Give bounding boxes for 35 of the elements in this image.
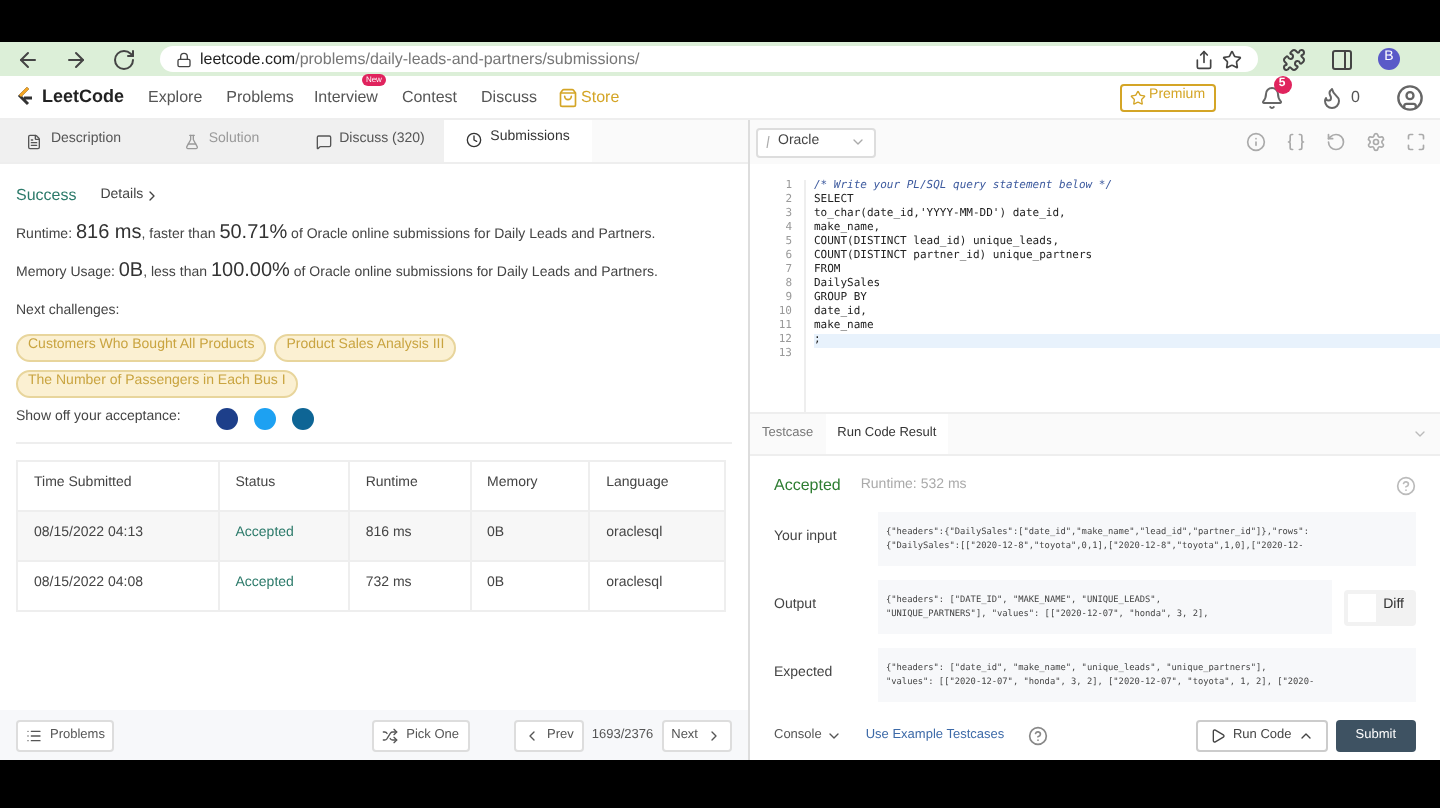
logo-text[interactable]: LeetCode (42, 83, 125, 111)
nav-link[interactable]: Discuss (481, 85, 538, 109)
reload-icon[interactable] (112, 47, 136, 71)
help-icon[interactable] (1028, 725, 1049, 745)
extensions-icon[interactable] (1282, 47, 1306, 71)
document-icon (26, 133, 43, 149)
chat-icon (315, 133, 332, 149)
chevron-icon (706, 727, 722, 743)
list-icon (26, 727, 42, 743)
url-path: /problems/daily-leads-and-partners/submissions/ (295, 47, 640, 71)
coin-count: 0 (1351, 85, 1360, 109)
share-icon[interactable] (1194, 49, 1214, 69)
star-icon[interactable] (1222, 49, 1242, 69)
forward-icon[interactable] (64, 47, 88, 71)
clock-icon (466, 131, 483, 147)
nav-link[interactable]: Problems (226, 85, 294, 109)
back-icon[interactable] (16, 47, 40, 71)
url-host: leetcode.com (200, 47, 296, 67)
user-icon[interactable] (1396, 83, 1424, 111)
side-panel-icon[interactable] (1330, 47, 1354, 71)
nav-link[interactable]: Explore (148, 85, 203, 109)
address-bar[interactable]: leetcode.com/problems/daily-leads-and-partners/submissions/ (160, 46, 1258, 72)
dropdown-caret-icon (850, 134, 866, 150)
store-icon (557, 87, 578, 107)
nav-link[interactable]: Contest (401, 85, 458, 109)
nav-link[interactable]: Interview (313, 87, 378, 105)
accepted-status: Accepted (774, 474, 841, 498)
logo-icon (16, 86, 34, 108)
flask-icon (184, 133, 201, 149)
notification-icon[interactable] (1259, 85, 1284, 109)
shuffle-icon (382, 727, 399, 743)
lock-icon (176, 51, 192, 67)
success-status: Success (16, 184, 77, 208)
play-icon (1210, 727, 1227, 743)
star-icon (1129, 89, 1146, 105)
